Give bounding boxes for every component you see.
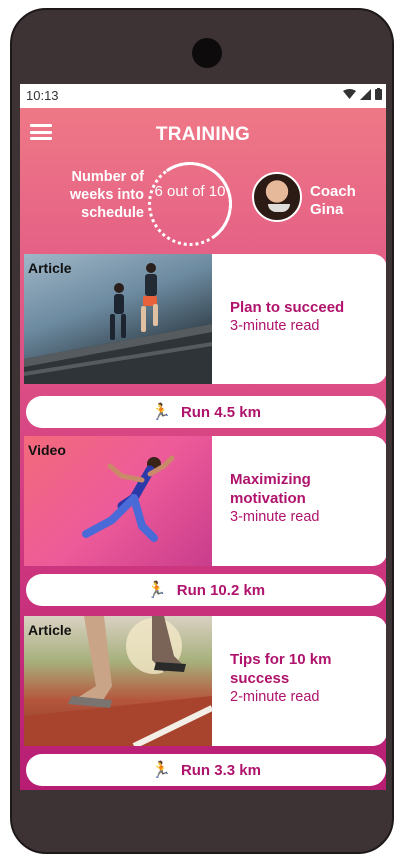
content-card[interactable]: Article Plan to succeed 3-minute read	[24, 254, 386, 384]
phone-frame: 10:13 TRAINING Number of weeks into sche…	[10, 8, 394, 854]
wifi-icon	[343, 88, 356, 99]
card-title: Tips for 10 km success 2-minute read	[230, 650, 380, 707]
card-title-text: Plan to succeed	[230, 299, 345, 316]
weeks-label: Number of weeks into schedule	[69, 169, 144, 221]
card-read-time: 2-minute read	[230, 689, 320, 705]
card-type-tag: Article	[28, 260, 72, 276]
run-label: Run 10.2 km	[176, 581, 266, 599]
runner-icon: 🏃	[146, 582, 167, 599]
card-image: Article	[24, 616, 214, 746]
content-card[interactable]: Video Maximizing motivation 3-minute rea…	[24, 436, 386, 566]
content-card[interactable]: Article Tips for 10 km success 2-minute …	[24, 616, 386, 746]
run-label: Run 4.5 km	[180, 403, 261, 421]
card-title: Maximizing motivation 3-minute read	[230, 470, 380, 527]
app-header: TRAINING	[20, 108, 386, 160]
run-workout-button[interactable]: 🏃 Run 10.2 km	[26, 574, 386, 606]
card-type-tag: Article	[28, 622, 72, 638]
card-image: Article	[24, 254, 212, 384]
run-workout-button[interactable]: 🏃 Run 4.5 km	[26, 396, 386, 428]
card-title-text: Tips for 10 km success	[230, 651, 332, 687]
coach-avatar[interactable]	[252, 172, 302, 222]
run-label: Run 3.3 km	[180, 761, 261, 779]
card-title: Plan to succeed 3-minute read	[230, 298, 380, 336]
page-title: TRAINING	[155, 124, 251, 145]
runner-icon: 🏃	[151, 404, 171, 421]
coach-name[interactable]: Coach Gina	[310, 183, 380, 219]
runner-icon: 🏃	[151, 762, 171, 779]
app-screen: 10:13 TRAINING Number of weeks into sche…	[20, 84, 386, 790]
status-time: 10:13	[26, 88, 59, 103]
camera-notch	[192, 38, 222, 68]
battery-icon	[375, 88, 382, 100]
signal-icon	[360, 88, 371, 100]
run-workout-button[interactable]: 🏃 Run 3.3 km	[26, 754, 386, 786]
status-icons	[343, 88, 382, 100]
card-read-time: 3-minute read	[230, 318, 320, 334]
weeks-value: 6 out of 10	[154, 183, 226, 200]
weeks-progress-ring	[148, 162, 232, 246]
status-bar: 10:13	[20, 84, 386, 108]
card-image: Video	[24, 436, 212, 566]
card-title-text: Maximizing motivation	[230, 471, 311, 507]
card-type-tag: Video	[28, 442, 66, 458]
card-read-time: 3-minute read	[230, 509, 320, 525]
